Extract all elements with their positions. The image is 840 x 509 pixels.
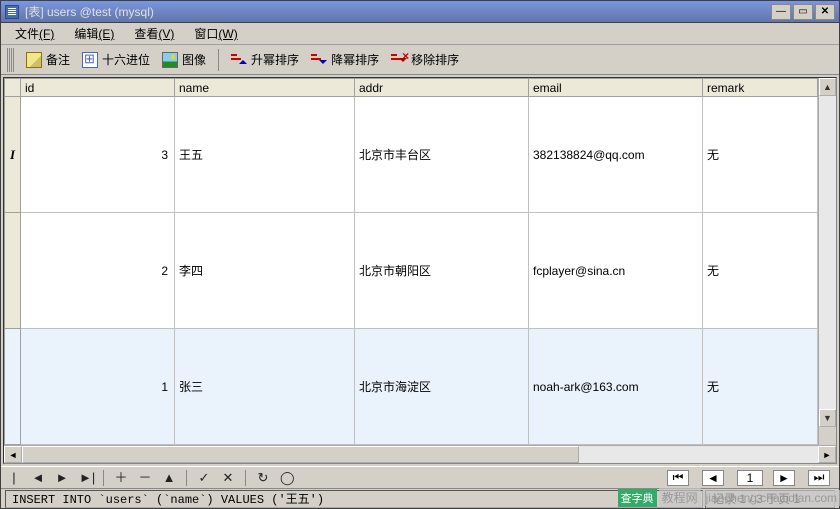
- memo-icon: [26, 52, 42, 68]
- nav-edit-button[interactable]: ▲: [162, 471, 176, 485]
- nav-cancel-button[interactable]: ✕: [221, 471, 235, 485]
- toolbar-grip[interactable]: [7, 48, 14, 72]
- table-row[interactable]: 1 张三 北京市海淀区 noah-ark@163.com 无: [5, 329, 818, 445]
- page-next-button[interactable]: ►: [773, 470, 795, 486]
- cell-email[interactable]: 382138824@qq.com: [529, 97, 703, 213]
- toolbar-divider: [218, 49, 219, 71]
- data-grid[interactable]: id name addr email remark 3 王五 北京市丰台区 38…: [4, 78, 818, 445]
- nav-add-button[interactable]: ＋: [114, 471, 128, 485]
- nav-delete-button[interactable]: －: [138, 471, 152, 485]
- nav-stop-button[interactable]: ◯: [280, 471, 294, 485]
- cell-email[interactable]: noah-ark@163.com: [529, 329, 703, 445]
- nav-first-button[interactable]: |◄: [7, 471, 21, 485]
- nav-prev-button[interactable]: ◄: [31, 471, 45, 485]
- cell-name[interactable]: 王五: [175, 97, 355, 213]
- cell-addr[interactable]: 北京市丰台区: [355, 97, 529, 213]
- cell-id[interactable]: 3: [21, 97, 175, 213]
- scroll-up-button[interactable]: ▲: [819, 78, 836, 96]
- title-bar: [表] users @test (mysql) — ▭ ✕: [1, 1, 839, 23]
- cell-id[interactable]: 2: [21, 213, 175, 329]
- sort-asc-icon: [231, 52, 247, 68]
- status-sql: INSERT INTO `users` (`name`) VALUES ('王五…: [5, 490, 703, 508]
- sort-desc-icon: [311, 52, 327, 68]
- table-row[interactable]: 2 李四 北京市朝阳区 fcplayer@sina.cn 无: [5, 213, 818, 329]
- cell-remark[interactable]: 无: [703, 213, 818, 329]
- col-header-addr[interactable]: addr: [355, 79, 529, 97]
- header-row: id name addr email remark: [5, 79, 818, 97]
- menu-view[interactable]: 查看(V): [126, 23, 182, 44]
- cell-id[interactable]: 1: [21, 329, 175, 445]
- col-header-remark[interactable]: remark: [703, 79, 818, 97]
- close-button[interactable]: ✕: [815, 4, 835, 20]
- menu-edit[interactable]: 编辑(E): [66, 23, 122, 44]
- menu-window[interactable]: 窗口(W): [186, 23, 245, 44]
- col-header-id[interactable]: id: [21, 79, 175, 97]
- scroll-thumb[interactable]: [22, 446, 579, 463]
- hex-button[interactable]: 十六进位: [76, 48, 156, 71]
- window-title: [表] users @test (mysql): [25, 3, 771, 20]
- scroll-left-button[interactable]: ◄: [4, 446, 22, 463]
- record-navigator: |◄ ◄ ► ►| ＋ － ▲ ✓ ✕ ↻ ◯ ⏮ ◄ ► ⏭: [1, 466, 839, 488]
- sort-desc-button[interactable]: 降幂排序: [305, 48, 385, 71]
- cell-email[interactable]: fcplayer@sina.cn: [529, 213, 703, 329]
- cell-remark[interactable]: 无: [703, 97, 818, 213]
- page-prev-button[interactable]: ◄: [702, 470, 724, 486]
- nav-refresh-button[interactable]: ↻: [256, 471, 270, 485]
- nav-next-button[interactable]: ►: [55, 471, 69, 485]
- cell-remark[interactable]: 无: [703, 329, 818, 445]
- cell-addr[interactable]: 北京市海淀区: [355, 329, 529, 445]
- page-last-button[interactable]: ⏭: [808, 470, 830, 486]
- maximize-button[interactable]: ▭: [793, 4, 813, 20]
- scroll-down-button[interactable]: ▼: [819, 409, 836, 427]
- cell-name[interactable]: 张三: [175, 329, 355, 445]
- status-bar: INSERT INTO `users` (`name`) VALUES ('王五…: [1, 488, 839, 508]
- nav-commit-button[interactable]: ✓: [197, 471, 211, 485]
- page-first-button[interactable]: ⏮: [667, 470, 689, 486]
- cell-name[interactable]: 李四: [175, 213, 355, 329]
- image-icon: [162, 52, 178, 68]
- menu-bar: 文件(F) 编辑(E) 查看(V) 窗口(W): [1, 23, 839, 45]
- scroll-corner: [819, 427, 836, 445]
- col-header-name[interactable]: name: [175, 79, 355, 97]
- row-header[interactable]: [5, 329, 21, 445]
- nav-last-button[interactable]: ►|: [79, 471, 93, 485]
- row-header[interactable]: [5, 97, 21, 213]
- scroll-right-button[interactable]: ►: [818, 446, 836, 463]
- memo-button[interactable]: 备注: [20, 48, 76, 71]
- minimize-button[interactable]: —: [771, 4, 791, 20]
- menu-file[interactable]: 文件(F): [7, 23, 62, 44]
- toolbar: 备注 十六进位 图像 升幂排序 降幂排序 移除排序: [1, 45, 839, 75]
- col-header-email[interactable]: email: [529, 79, 703, 97]
- vertical-scrollbar[interactable]: ▲ ▼: [818, 78, 836, 445]
- cell-addr[interactable]: 北京市朝阳区: [355, 213, 529, 329]
- table-icon: [5, 5, 19, 19]
- row-header[interactable]: [5, 213, 21, 329]
- horizontal-scrollbar[interactable]: ◄ ►: [4, 445, 836, 463]
- status-record: 记录 1 / 3 于页 1: [705, 490, 835, 508]
- table-row[interactable]: 3 王五 北京市丰台区 382138824@qq.com 无: [5, 97, 818, 213]
- sort-remove-button[interactable]: 移除排序: [385, 48, 465, 71]
- corner-header[interactable]: [5, 79, 21, 97]
- sort-asc-button[interactable]: 升幂排序: [225, 48, 305, 71]
- hex-icon: [82, 52, 98, 68]
- sort-remove-icon: [391, 52, 407, 68]
- image-button[interactable]: 图像: [156, 48, 212, 71]
- page-input[interactable]: [737, 470, 763, 486]
